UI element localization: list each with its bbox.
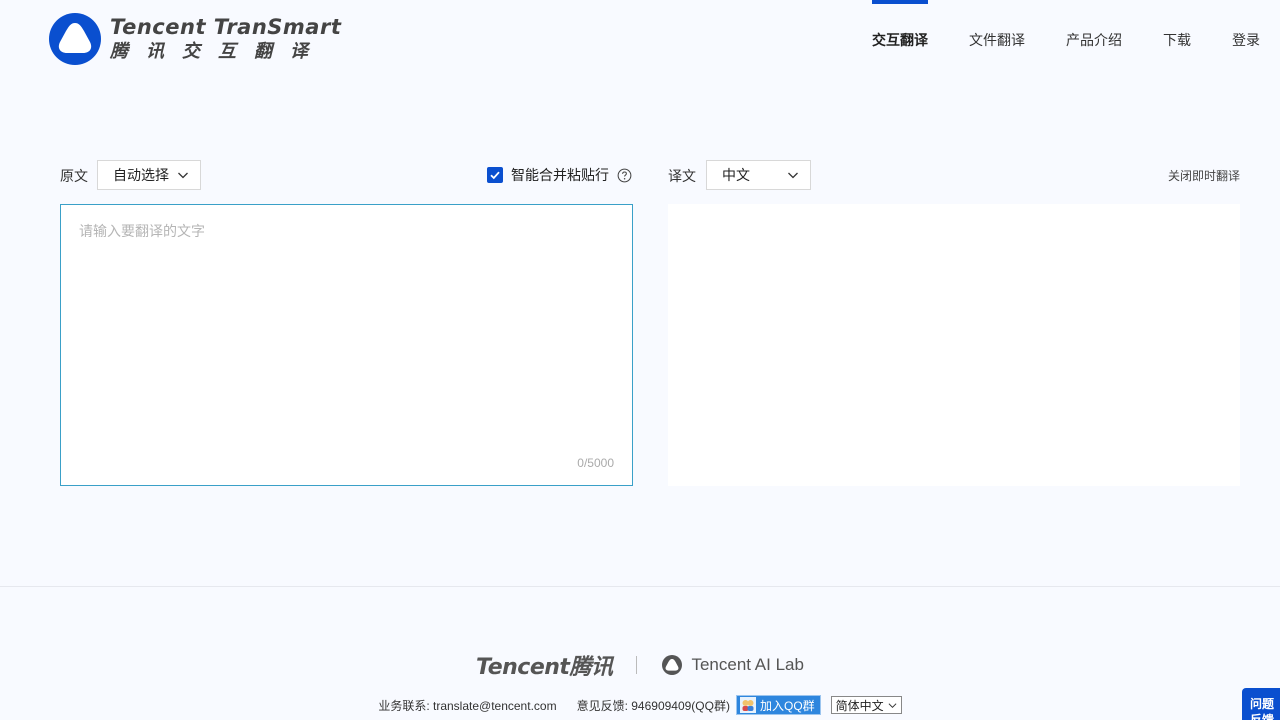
nav-download[interactable]: 下载 (1163, 0, 1191, 80)
char-count: 0/5000 (577, 456, 614, 470)
merge-lines-option: 智能合并粘贴行 (487, 165, 632, 185)
join-qq-group-button[interactable]: 加入QQ群 (735, 695, 821, 715)
logo-text-cn: 腾讯交互翻译 (110, 41, 326, 62)
site-language-select[interactable]: 简体中文 (830, 696, 902, 714)
ai-lab-icon (662, 655, 683, 675)
page: Tencent TranSmart 腾讯交互翻译 交互翻译 文件翻译 产品介绍 … (0, 0, 1280, 720)
target-language-select[interactable]: 中文 (706, 160, 811, 190)
footer-contact: 业务联系: translate@tencent.com 意见反馈: 946909… (0, 695, 1280, 715)
source-text-pane: 0/5000 (60, 204, 633, 486)
tencent-logo: Tencent腾讯 (476, 655, 613, 680)
source-toolbar: 原文 自动选择 智能合并粘贴行 (60, 160, 632, 190)
join-qq-group-label: 加入QQ群 (759, 698, 815, 713)
source-language-value: 自动选择 (113, 167, 169, 183)
source-label: 原文 (60, 168, 88, 184)
feedback-tab-line1: 问题 (1249, 697, 1274, 711)
source-language-select[interactable]: 自动选择 (97, 160, 201, 190)
feedback-contact: 意见反馈: 946909409(QQ群) (576, 698, 730, 713)
help-circle-icon[interactable] (617, 168, 632, 183)
target-label: 译文 (668, 168, 696, 184)
header: Tencent TranSmart 腾讯交互翻译 交互翻译 文件翻译 产品介绍 … (0, 0, 1280, 86)
main-nav: 交互翻译 文件翻译 产品介绍 下载 登录 (831, 0, 1260, 80)
nav-interactive-translation[interactable]: 交互翻译 (872, 0, 928, 80)
qq-group-icon (739, 697, 756, 713)
merge-lines-checkbox[interactable] (487, 167, 503, 183)
chevron-down-icon (178, 172, 188, 179)
nav-login[interactable]: 登录 (1232, 0, 1260, 80)
checkmark-icon (490, 171, 500, 180)
nav-file-translation[interactable]: 文件翻译 (969, 0, 1025, 80)
source-text-input[interactable] (61, 205, 632, 485)
tencent-ai-lab-logo: Tencent AI Lab (661, 654, 804, 676)
site-language-value: 简体中文 (835, 698, 884, 713)
logo[interactable]: Tencent TranSmart 腾讯交互翻译 (48, 12, 341, 66)
chevron-down-icon (788, 172, 798, 179)
chevron-down-icon (888, 702, 897, 708)
logo-text-en: Tencent TranSmart (110, 15, 342, 39)
feedback-tab-button[interactable]: 问题 反馈 (1242, 688, 1280, 720)
transmart-logo-icon (49, 13, 101, 65)
ai-lab-label: Tencent AI Lab (691, 655, 804, 674)
footer-brands: Tencent腾讯 Tencent AI Lab (0, 649, 1280, 681)
footer: Tencent腾讯 Tencent AI Lab 业务联系: translate… (0, 586, 1280, 720)
translation-output-pane (668, 204, 1240, 486)
merge-lines-label: 智能合并粘贴行 (511, 167, 609, 183)
target-language-value: 中文 (722, 167, 750, 183)
business-contact: 业务联系: translate@tencent.com (378, 698, 557, 713)
nav-product-intro[interactable]: 产品介绍 (1066, 0, 1122, 80)
close-instant-translation-link[interactable]: 关闭即时翻译 (1168, 167, 1240, 184)
target-toolbar: 译文 中文 关闭即时翻译 (668, 160, 1240, 190)
brand-divider (636, 656, 638, 674)
feedback-tab-line2: 反馈 (1249, 713, 1274, 720)
